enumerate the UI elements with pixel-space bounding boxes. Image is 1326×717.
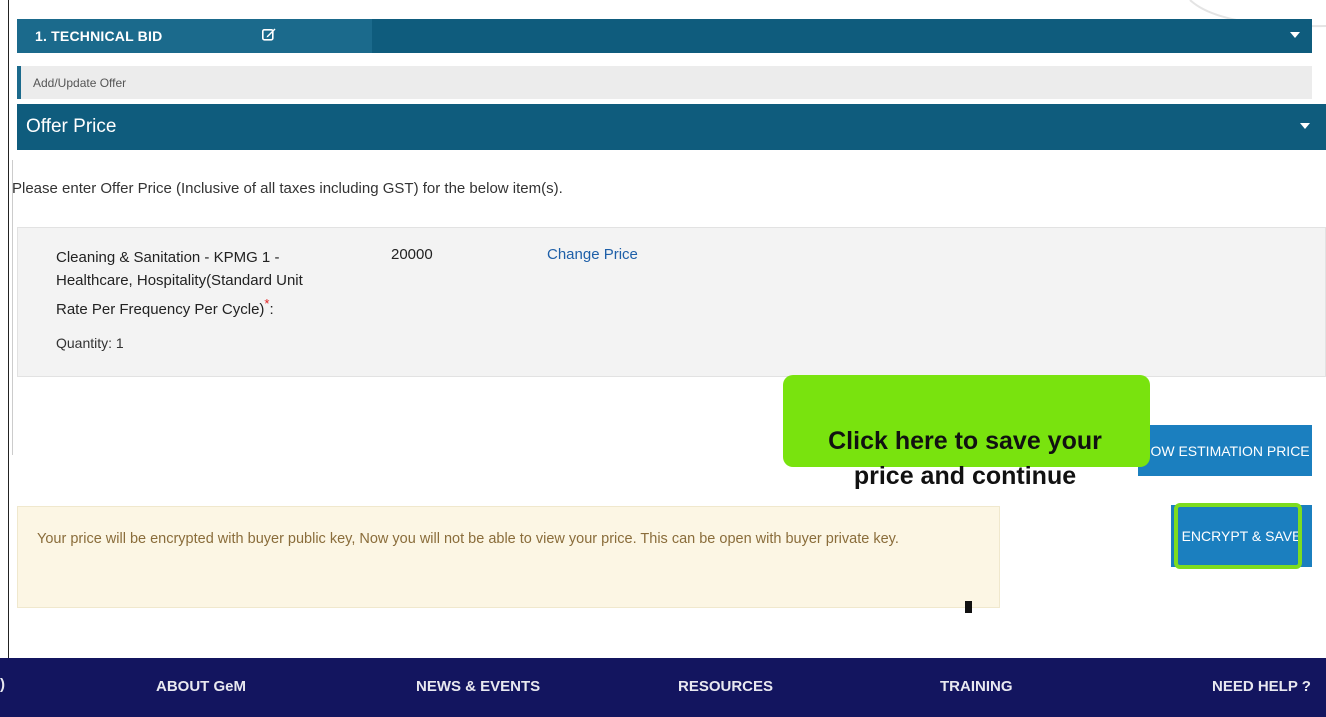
footer-need-help[interactable]: NEED HELP ? [1212,678,1311,695]
encryption-warning: Your price will be encrypted with buyer … [17,506,1000,608]
offer-instruction: Please enter Offer Price (Inclusive of a… [12,180,563,197]
show-estimation-price-label: HOW ESTIMATION PRICE [1140,442,1310,459]
encrypt-save-button[interactable]: ENCRYPT & SAVE [1171,505,1312,567]
footer-training[interactable]: TRAINING [940,678,1013,695]
offer-price-header[interactable]: Offer Price [17,104,1326,150]
offer-item-row: Cleaning & Sanitation - KPMG 1 - Healthc… [17,227,1326,377]
add-update-offer-label: Add/Update Offer [33,76,127,90]
annotation-mark [965,601,972,613]
footer-news-events[interactable]: NEWS & EVENTS [416,678,540,695]
callout-text: Click here to save your price and contin… [828,427,1102,490]
caret-down-icon[interactable] [1300,123,1310,129]
footer-resources[interactable]: RESOURCES [678,678,773,695]
footer-nav: ) ABOUT GeM NEWS & EVENTS RESOURCES TRAI… [0,658,1326,717]
encrypt-save-label: ENCRYPT & SAVE [1181,528,1302,544]
technical-bid-tab[interactable]: 1. TECHNICAL BID [17,19,372,53]
technical-bid-title: 1. TECHNICAL BID [35,28,163,44]
footer-edge-fragment: ) [0,676,5,693]
edit-icon[interactable] [262,27,276,41]
item-name: Cleaning & Sanitation - KPMG 1 - Healthc… [56,246,316,321]
footer-about-gem[interactable]: ABOUT GeM [156,678,246,695]
technical-bid-header[interactable]: 1. TECHNICAL BID [17,19,1312,53]
change-price-link[interactable]: Change Price [547,246,638,263]
add-update-offer-bar: Add/Update Offer [17,66,1312,99]
item-name-suffix: : [269,301,274,318]
frame-border [8,0,9,658]
show-estimation-price-button[interactable]: HOW ESTIMATION PRICE [1138,425,1312,476]
offer-price-title: Offer Price [26,116,117,137]
item-price-value: 20000 [391,246,433,263]
item-quantity: Quantity: 1 [56,335,124,351]
caret-down-icon[interactable] [1290,32,1300,38]
encryption-warning-text: Your price will be encrypted with buyer … [37,531,899,547]
panel-left-border [12,160,13,455]
